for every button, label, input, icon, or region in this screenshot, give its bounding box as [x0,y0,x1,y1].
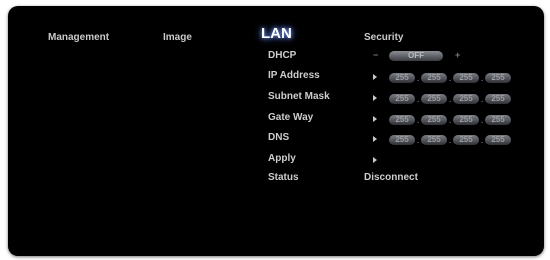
tab-security[interactable]: Security [364,32,403,43]
ip-octet-1[interactable]: 255 [389,73,415,83]
gateway-octet-3[interactable]: 255 [453,115,479,125]
dns-octet-3[interactable]: 255 [453,135,479,145]
ip-octet-2[interactable]: 255 [421,73,447,83]
dhcp-label: DHCP [268,50,297,61]
dhcp-decrease-button[interactable]: − [373,50,378,60]
ip-address-label: IP Address [268,70,320,81]
octet-separator: . [481,74,484,83]
octet-separator: . [449,116,452,125]
subnet-mask-arrow-icon[interactable] [373,95,377,101]
octet-separator: . [481,95,484,104]
octet-separator: . [449,95,452,104]
octet-separator: . [449,136,452,145]
apply-arrow-icon[interactable] [373,157,377,163]
octet-separator: . [417,136,420,145]
dns-octet-2[interactable]: 255 [421,135,447,145]
subnet-octet-3[interactable]: 255 [453,94,479,104]
status-label: Status [268,172,299,183]
dns-octet-1[interactable]: 255 [389,135,415,145]
apply-label[interactable]: Apply [268,153,296,164]
gateway-label: Gate Way [268,112,314,123]
ip-octet-3[interactable]: 255 [453,73,479,83]
gateway-arrow-icon[interactable] [373,116,377,122]
subnet-mask-label: Subnet Mask [268,91,330,102]
octet-separator: . [481,116,484,125]
subnet-octet-1[interactable]: 255 [389,94,415,104]
ip-octet-4[interactable]: 255 [485,73,511,83]
status-value: Disconnect [364,172,418,183]
dns-arrow-icon[interactable] [373,136,377,142]
octet-separator: . [417,95,420,104]
subnet-octet-4[interactable]: 255 [485,94,511,104]
tab-image[interactable]: Image [163,32,192,43]
dhcp-increase-button[interactable]: + [455,50,460,60]
lan-settings-panel: Management Image LAN Security DHCP − OFF… [8,6,544,256]
dns-octet-4[interactable]: 255 [485,135,511,145]
tab-management[interactable]: Management [48,32,109,43]
gateway-octet-4[interactable]: 255 [485,115,511,125]
gateway-octet-2[interactable]: 255 [421,115,447,125]
octet-separator: . [449,74,452,83]
octet-separator: . [481,136,484,145]
dhcp-toggle[interactable]: OFF [389,51,443,61]
tab-lan[interactable]: LAN [261,25,292,42]
dns-label: DNS [268,132,290,143]
gateway-octet-1[interactable]: 255 [389,115,415,125]
ip-address-arrow-icon[interactable] [373,74,377,80]
octet-separator: . [417,74,420,83]
subnet-octet-2[interactable]: 255 [421,94,447,104]
octet-separator: . [417,116,420,125]
